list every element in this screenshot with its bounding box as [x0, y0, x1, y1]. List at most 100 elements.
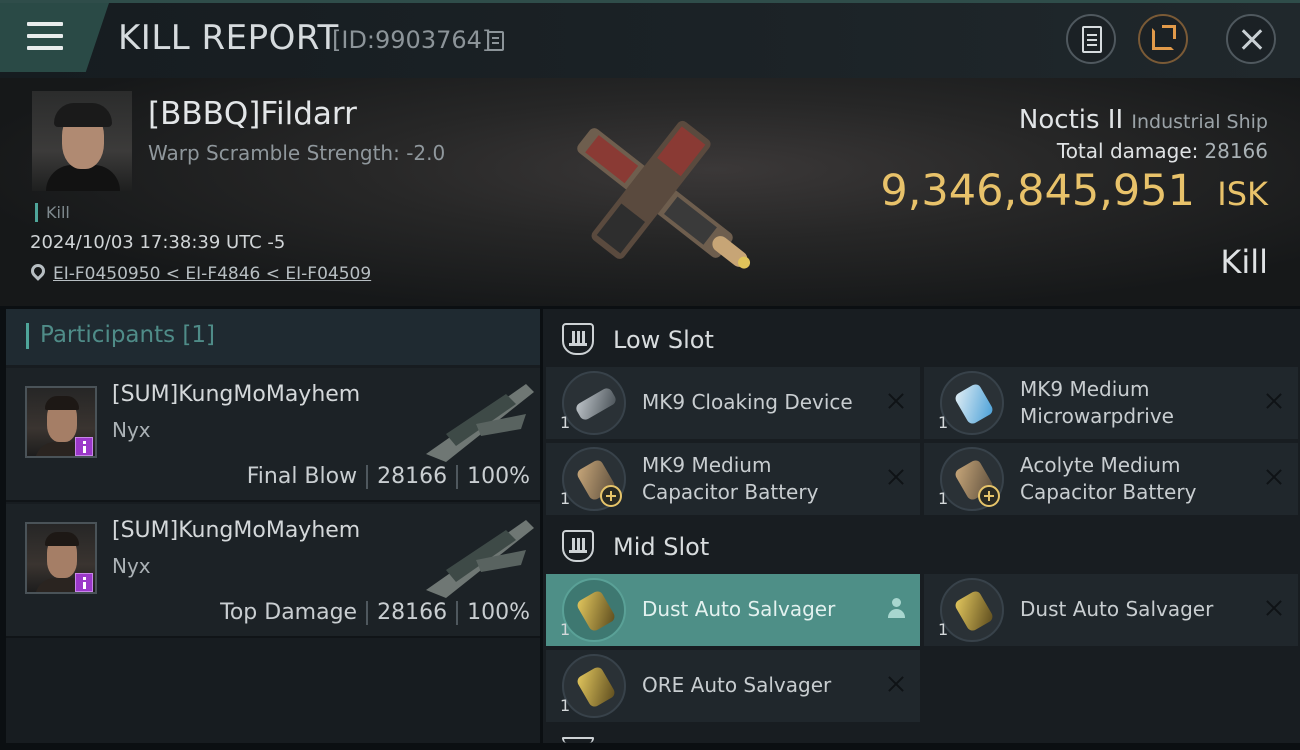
- destroyed-x-icon: [1264, 467, 1284, 487]
- module-qty: 1: [938, 489, 949, 508]
- mid-slot-icon: [562, 530, 594, 562]
- auto-salvager-icon: [940, 578, 1004, 642]
- module-item[interactable]: 1 MK9 Medium Microwarpdrive: [924, 367, 1298, 439]
- clipboard-icon: [1082, 26, 1102, 53]
- participant-card[interactable]: [SUM]KungMoMayhem Nyx Final Blow 28166 1…: [6, 368, 540, 502]
- auto-salvager-icon: [562, 578, 626, 642]
- total-damage: Total damage: 28166: [1057, 139, 1268, 163]
- top-bar: KILL REPORT [ID:9903764]: [0, 0, 1300, 78]
- low-slot-icon: [562, 323, 594, 355]
- destroyed-x-icon: [1264, 598, 1284, 618]
- module-qty: 1: [560, 413, 571, 432]
- destroyed-x-icon: [886, 674, 906, 694]
- module-name-line: Dust Auto Salvager: [1020, 597, 1214, 621]
- module-name-line: Acolyte Medium: [1020, 453, 1181, 477]
- capacitor-battery-icon: [940, 447, 1004, 511]
- drone-badge-icon: [75, 573, 93, 592]
- isk-label: ISK: [1217, 175, 1268, 213]
- participant-stats: Final Blow 28166 100%: [247, 464, 530, 489]
- module-name-line: MK9 Medium: [1020, 377, 1150, 401]
- module-name-line: MK9 Cloaking Device: [642, 390, 853, 414]
- fitting-panel: Low Slot 1 MK9 Cloaking Device 1 MK9 Med…: [543, 309, 1300, 743]
- mid-slot-header: Mid Slot: [543, 519, 1300, 575]
- participant-ship-image: [426, 520, 534, 598]
- module-name: Dust Auto Salvager: [1020, 596, 1213, 623]
- close-button[interactable]: [1226, 14, 1276, 64]
- low-slot-header: Low Slot: [543, 312, 1300, 368]
- ship-class: Industrial Ship: [1131, 111, 1268, 133]
- module-qty: 1: [560, 489, 571, 508]
- victim-portrait[interactable]: [32, 91, 132, 191]
- cloaking-device-icon: [562, 371, 626, 435]
- timestamp: 2024/10/03 17:38:39 UTC -5: [30, 232, 286, 253]
- module-item[interactable]: 1 Dust Auto Salvager: [924, 574, 1298, 646]
- warp-scramble-strength: Warp Scramble Strength: -2.0: [148, 141, 446, 165]
- module-name-line: Microwarpdrive: [1020, 404, 1174, 428]
- participant-ship-image: [426, 384, 534, 462]
- module-name-line: ORE Auto Salvager: [642, 673, 832, 697]
- clipboard-button[interactable]: [1066, 14, 1116, 64]
- ship-name-text: Noctis II: [1018, 105, 1124, 135]
- participant-damage: 28166: [377, 600, 448, 625]
- participants-panel: Participants [1] [SUM]KungMoMayhem Nyx F…: [6, 309, 540, 743]
- kill-summary: [BBBQ]Fildarr Warp Scramble Strength: -2…: [0, 78, 1300, 306]
- participant-name[interactable]: [SUM]KungMoMayhem: [112, 382, 360, 407]
- victim-ship-image: [577, 120, 751, 269]
- auto-salvager-icon: [562, 654, 626, 718]
- participant-role: Top Damage: [220, 600, 358, 625]
- module-qty: 1: [938, 413, 949, 432]
- report-id: [ID:9903764]: [332, 26, 492, 54]
- microwarpdrive-icon: [940, 371, 1004, 435]
- module-name-line: Capacitor Battery: [1020, 480, 1197, 504]
- mid-slot-title: Mid Slot: [613, 533, 710, 561]
- share-button[interactable]: [1138, 14, 1188, 64]
- module-name-line: MK9 Medium: [642, 453, 772, 477]
- drone-badge-icon: [75, 437, 93, 456]
- total-damage-value: 28166: [1204, 139, 1268, 163]
- participant-role: Final Blow: [246, 464, 358, 489]
- isk-value: 9,346,845,951: [880, 166, 1195, 216]
- location-link[interactable]: EI-F0450950 < EI-F4846 < EI-F04509: [53, 264, 371, 284]
- module-name: Acolyte Medium Capacitor Battery: [1020, 452, 1196, 506]
- participants-header-bar: [26, 323, 29, 349]
- destroyed-x-icon: [1264, 391, 1284, 411]
- module-qty: 1: [560, 696, 571, 715]
- participant-percent: 100%: [467, 464, 530, 489]
- module-name: Dust Auto Salvager: [642, 596, 835, 623]
- menu-icon-line: [27, 46, 63, 50]
- module-item[interactable]: 1 MK9 Cloaking Device: [546, 367, 920, 439]
- total-damage-label: Total damage:: [1056, 139, 1199, 163]
- module-item[interactable]: 1 Acolyte Medium Capacitor Battery: [924, 443, 1298, 515]
- module-name: MK9 Medium Microwarpdrive: [1020, 376, 1174, 430]
- destroyed-x-icon: [886, 391, 906, 411]
- module-item[interactable]: 1 MK9 Medium Capacitor Battery: [546, 443, 920, 515]
- plus-icon: [978, 485, 1000, 507]
- participant-ship: Nyx: [112, 554, 151, 578]
- module-name: MK9 Cloaking Device: [642, 389, 853, 416]
- menu-icon-line: [27, 34, 63, 38]
- module-qty: 1: [938, 620, 949, 639]
- kill-tag: Kill: [35, 203, 70, 222]
- next-slot-header: [543, 729, 1300, 743]
- module-item-selected[interactable]: 1 Dust Auto Salvager: [546, 574, 920, 646]
- menu-icon: [27, 22, 63, 26]
- victim-name[interactable]: [BBBQ]Fildarr: [148, 96, 357, 132]
- participant-card[interactable]: [SUM]KungMoMayhem Nyx Top Damage 28166 1…: [6, 504, 540, 638]
- person-icon: [886, 598, 906, 620]
- module-name: MK9 Medium Capacitor Battery: [642, 452, 818, 506]
- participant-percent: 100%: [467, 600, 530, 625]
- participants-title: Participants [1]: [40, 322, 215, 348]
- participant-name[interactable]: [SUM]KungMoMayhem: [112, 518, 360, 543]
- share-icon-arrow: [1162, 25, 1176, 39]
- capacitor-battery-icon: [562, 447, 626, 511]
- participant-stats: Top Damage 28166 100%: [220, 600, 530, 625]
- participant-ship: Nyx: [112, 418, 151, 442]
- kill-result: Kill: [1220, 243, 1268, 281]
- slot-icon-partial: [562, 737, 594, 743]
- page-title: KILL REPORT: [118, 18, 339, 58]
- copy-icon[interactable]: [487, 31, 504, 51]
- location-pin-icon: [28, 261, 48, 281]
- module-item[interactable]: 1 ORE Auto Salvager: [546, 650, 920, 722]
- menu-button[interactable]: [0, 0, 110, 72]
- ship-name[interactable]: Noctis II Industrial Ship: [1019, 105, 1268, 135]
